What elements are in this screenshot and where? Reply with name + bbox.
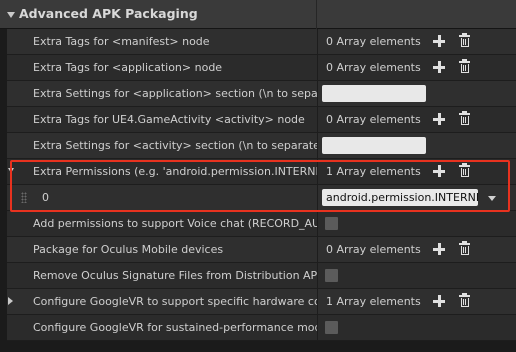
property-row-extra-tags-manifest: Extra Tags for <manifest> node 0 Array e… <box>7 29 516 55</box>
property-label: Package for Oculus Mobile devices <box>33 243 224 256</box>
property-row-extra-settings-application: Extra Settings for <application> section… <box>7 81 516 107</box>
property-list: Extra Tags for <manifest> node 0 Array e… <box>7 29 516 341</box>
add-element-icon[interactable] <box>433 295 445 307</box>
property-row-googlevr-hardware: Configure GoogleVR to support specific h… <box>7 289 516 315</box>
property-row-voice-chat-permissions: Add permissions to support Voice chat (R… <box>7 211 516 237</box>
property-row-oculus-mobile: Package for Oculus Mobile devices 0 Arra… <box>7 237 516 263</box>
permission-combo-box[interactable]: android.permission.INTERNET <box>322 189 478 206</box>
section-header-advanced-apk-packaging[interactable]: Advanced APK Packaging <box>0 0 516 29</box>
trash-icon[interactable] <box>459 163 470 177</box>
property-label: Extra Settings for <application> section… <box>33 87 317 100</box>
trash-icon[interactable] <box>459 111 470 125</box>
collapse-arrow-icon[interactable] <box>7 12 15 18</box>
sustained-performance-checkbox[interactable] <box>325 321 338 334</box>
add-element-icon[interactable] <box>433 61 445 73</box>
array-count: 0 Array elements <box>326 113 421 126</box>
property-label: Extra Settings for <activity> section (\… <box>33 139 317 152</box>
trash-icon[interactable] <box>459 241 470 255</box>
voice-chat-checkbox[interactable] <box>325 217 338 230</box>
element-index: 0 <box>42 191 49 204</box>
property-label: Extra Tags for <application> node <box>33 61 223 74</box>
activity-settings-text-field[interactable] <box>322 137 426 154</box>
add-element-icon[interactable] <box>433 35 445 47</box>
property-label: Configure GoogleVR to support specific h… <box>33 295 317 308</box>
array-count: 0 Array elements <box>326 243 421 256</box>
array-count: 0 Array elements <box>326 61 421 74</box>
expand-arrow-icon[interactable] <box>8 168 14 173</box>
property-row-googlevr-sustained-performance: Configure GoogleVR for sustained-perform… <box>7 315 516 341</box>
array-count: 1 Array elements <box>326 165 421 178</box>
trash-icon[interactable] <box>459 59 470 73</box>
property-label: Extra Tags for UE4.GameActivity <activit… <box>33 113 305 126</box>
property-label: Extra Permissions (e.g. 'android.permiss… <box>33 165 317 178</box>
property-row-extra-tags-application: Extra Tags for <application> node 0 Arra… <box>7 55 516 81</box>
add-element-icon[interactable] <box>433 243 445 255</box>
property-label: Configure GoogleVR for sustained-perform… <box>33 321 317 334</box>
add-element-icon[interactable] <box>433 113 445 125</box>
property-label: Remove Oculus Signature Files from Distr… <box>33 269 317 282</box>
expand-arrow-icon[interactable] <box>8 297 13 305</box>
property-row-extra-permissions: Extra Permissions (e.g. 'android.permiss… <box>7 159 516 185</box>
property-row-remove-oculus-signature: Remove Oculus Signature Files from Distr… <box>7 263 516 289</box>
array-count: 0 Array elements <box>326 35 421 48</box>
section-title: Advanced APK Packaging <box>19 6 198 21</box>
array-element-row: 0 android.permission.INTERNET <box>7 185 516 211</box>
property-label: Extra Tags for <manifest> node <box>33 35 210 48</box>
application-settings-text-field[interactable] <box>322 85 426 102</box>
remove-oculus-signature-checkbox[interactable] <box>325 269 338 282</box>
add-element-icon[interactable] <box>433 165 445 177</box>
trash-icon[interactable] <box>459 33 470 47</box>
trash-icon[interactable] <box>459 293 470 307</box>
column-divider <box>316 0 317 29</box>
property-row-extra-tags-gameactivity: Extra Tags for UE4.GameActivity <activit… <box>7 107 516 133</box>
array-count: 1 Array elements <box>326 295 421 308</box>
dropdown-arrow-icon[interactable] <box>488 196 496 201</box>
property-label: Add permissions to support Voice chat (R… <box>33 217 317 230</box>
property-row-extra-settings-activity: Extra Settings for <activity> section (\… <box>7 133 516 159</box>
drag-handle-icon[interactable] <box>21 192 27 203</box>
